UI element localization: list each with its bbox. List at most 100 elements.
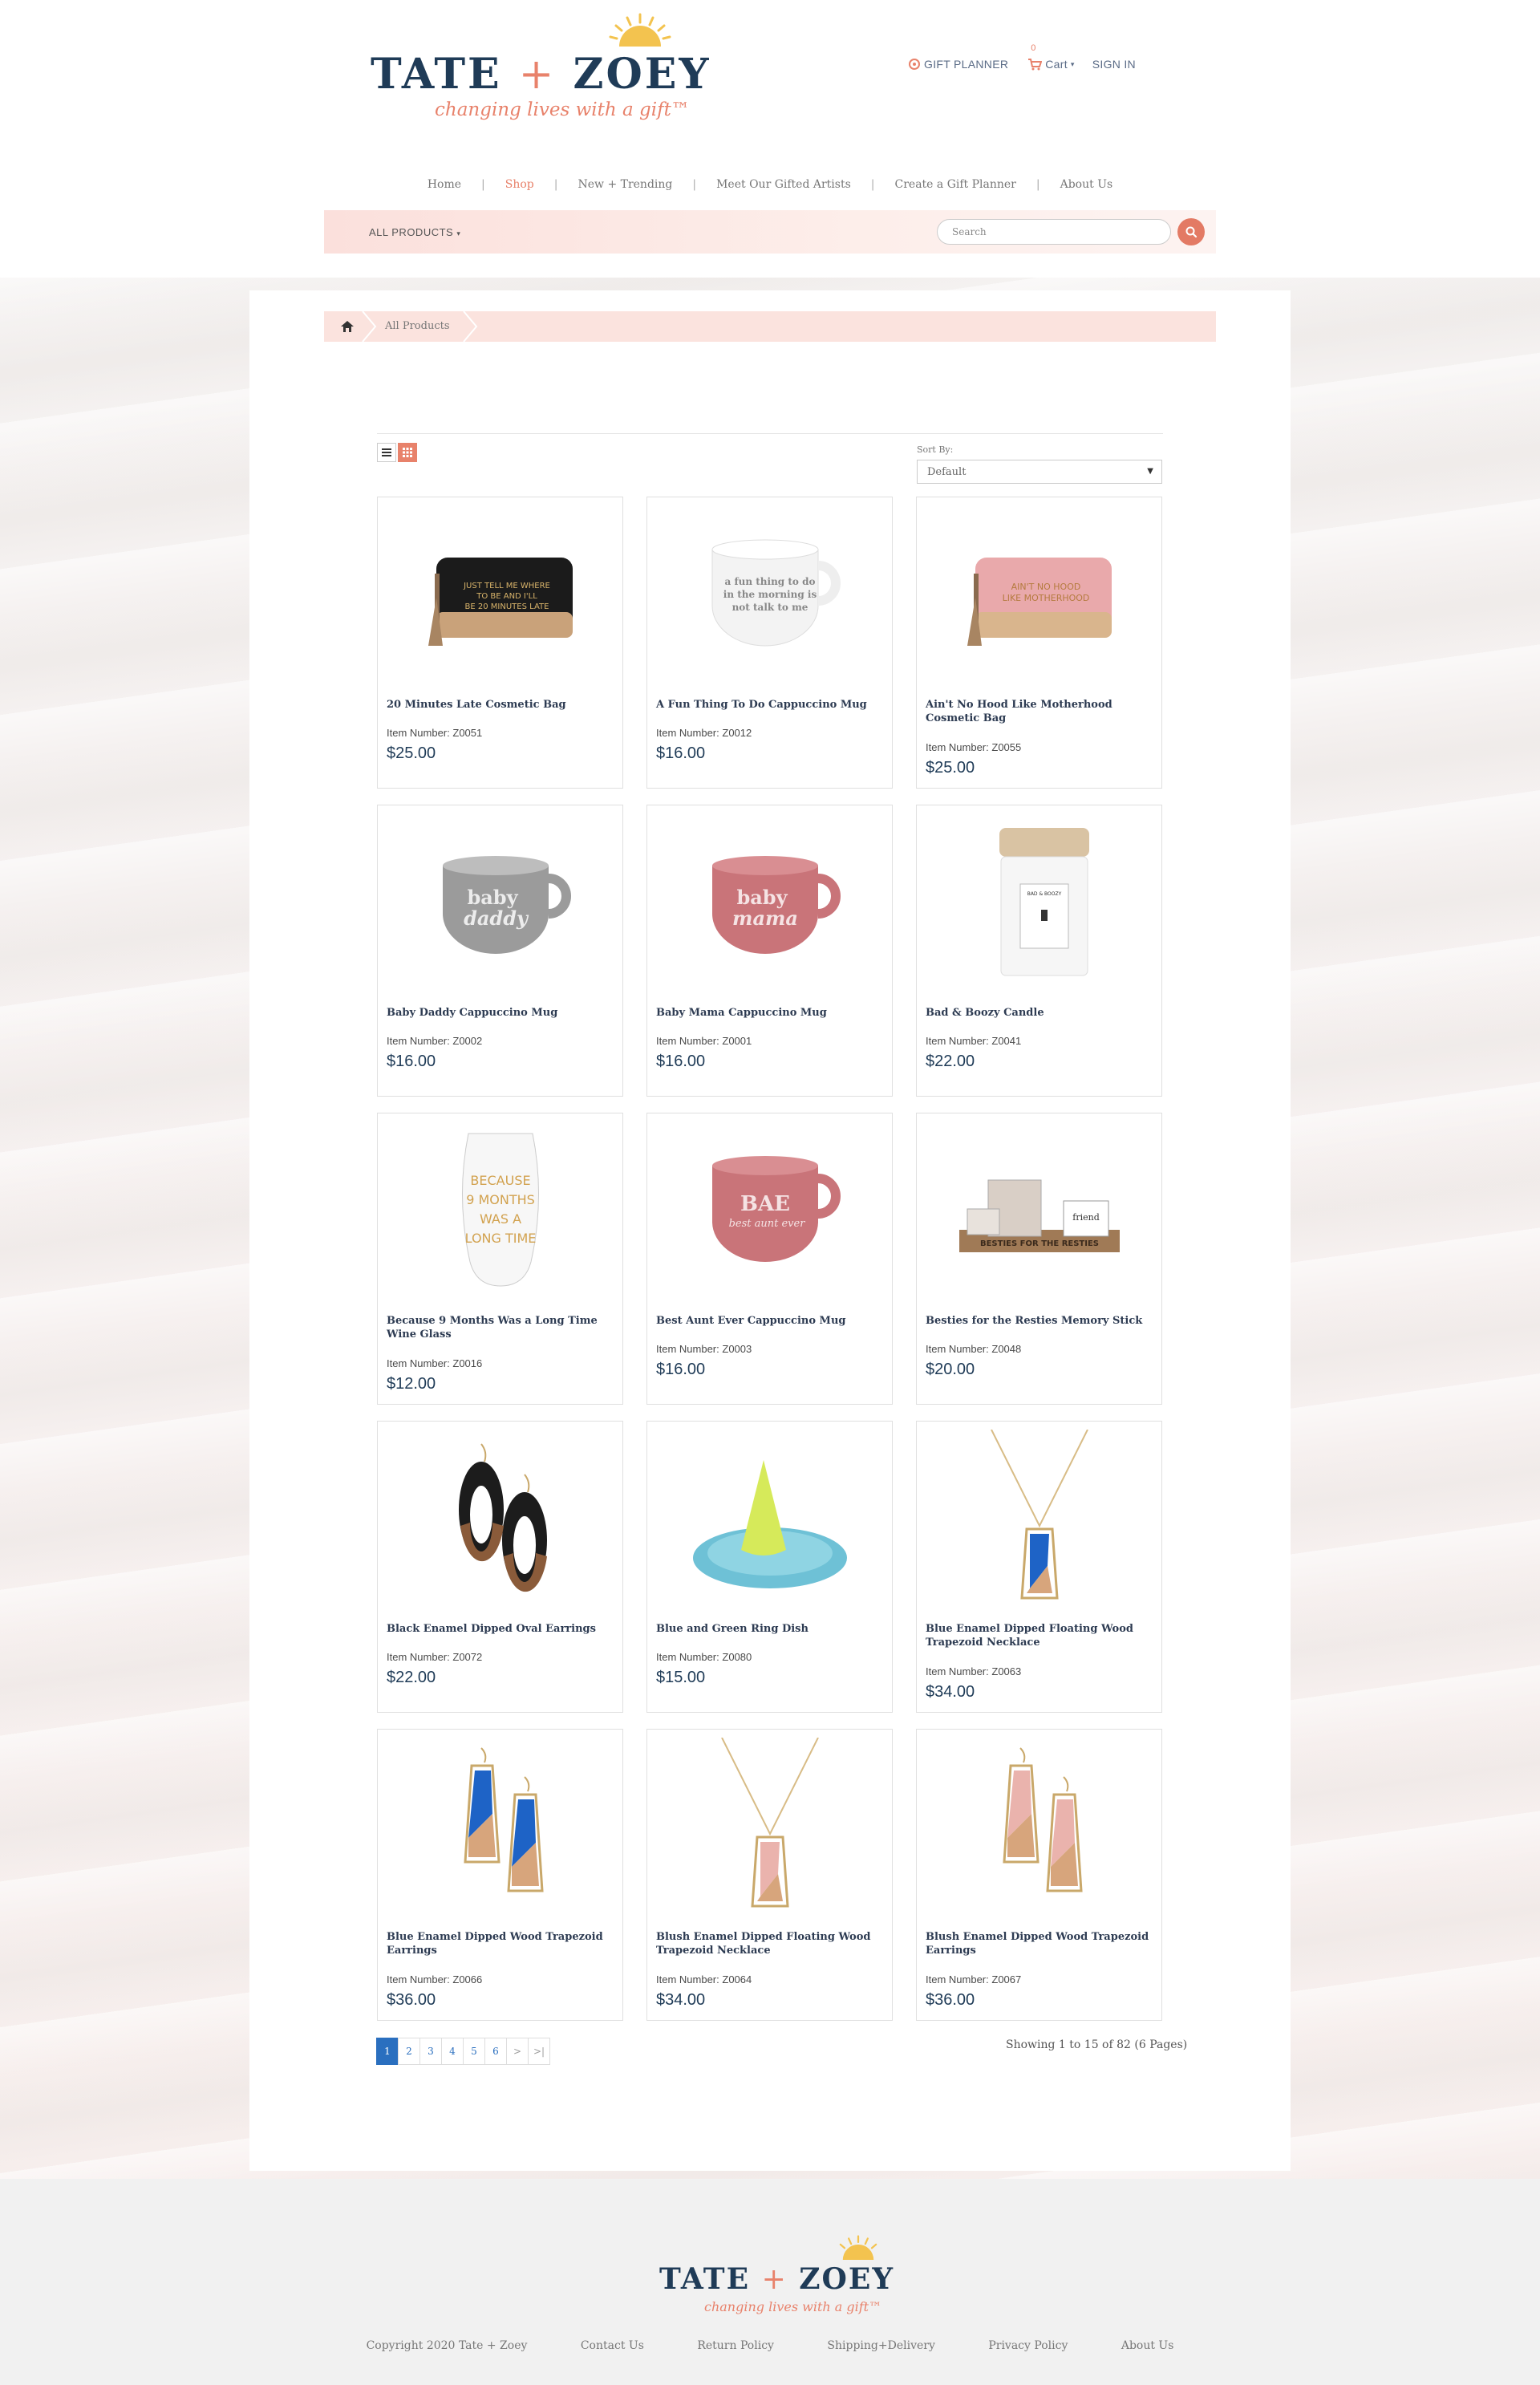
product-card[interactable]: AIN'T NO HOOD LIKE MOTHERHOOD Ain't No H… — [916, 497, 1162, 789]
svg-text:BESTIES FOR THE RESTIES: BESTIES FOR THE RESTIES — [979, 1239, 1098, 1248]
product-image[interactable] — [386, 1738, 614, 1914]
product-title[interactable]: Best Aunt Ever Cappuccino Mug — [656, 1314, 885, 1328]
product-card[interactable]: baby mama Baby Mama Cappuccino Mug Item … — [646, 805, 893, 1097]
nav-gift-planner[interactable]: Create a Gift Planner — [875, 178, 1036, 191]
category-dropdown[interactable]: ALL PRODUCTS ▾ — [369, 226, 460, 238]
svg-text:not talk to me: not talk to me — [732, 602, 808, 613]
product-title[interactable]: Black Enamel Dipped Oval Earrings — [387, 1622, 615, 1636]
product-image[interactable]: friend BESTIES FOR THE RESTIES — [925, 1122, 1153, 1298]
nav-about[interactable]: About Us — [1040, 178, 1133, 191]
search-input[interactable]: Search — [937, 219, 1171, 245]
product-image[interactable]: AIN'T NO HOOD LIKE MOTHERHOOD — [925, 505, 1153, 682]
brand-plus: + — [761, 2263, 788, 2296]
brand-name-right: ZOEY — [573, 50, 711, 99]
gift-planner-link[interactable]: GIFT PLANNER — [908, 58, 1008, 71]
item-prefix: Item Number: — [387, 1035, 450, 1047]
footer-links: Copyright 2020 Tate + Zoey Contact Us Re… — [0, 2339, 1540, 2352]
item-prefix: Item Number: — [387, 1651, 450, 1663]
item-prefix: Item Number: — [926, 1035, 989, 1047]
product-title[interactable]: Blush Enamel Dipped Floating Wood Trapez… — [656, 1930, 885, 1957]
product-title[interactable]: Besties for the Resties Memory Stick — [926, 1314, 1154, 1328]
product-image[interactable]: a fun thing to do in the morning is not … — [655, 505, 884, 682]
cart-link[interactable]: 0 Cart ▾ — [1027, 43, 1074, 71]
sort-select[interactable]: Default ▼ — [917, 460, 1162, 484]
cart-label: Cart — [1045, 58, 1068, 71]
footer-about-link[interactable]: About Us — [1121, 2339, 1174, 2352]
item-prefix: Item Number: — [387, 727, 450, 739]
product-image[interactable]: baby daddy — [386, 813, 614, 990]
ring-dish-icon — [692, 1460, 847, 1588]
footer-privacy-link[interactable]: Privacy Policy — [988, 2339, 1068, 2352]
nav-home[interactable]: Home — [407, 178, 481, 191]
product-card[interactable]: Blush Enamel Dipped Wood Trapezoid Earri… — [916, 1729, 1162, 2021]
product-card[interactable]: Black Enamel Dipped Oval Earrings Item N… — [377, 1421, 623, 1713]
product-price: $34.00 — [926, 1683, 975, 1701]
product-image[interactable]: BAE best aunt ever — [655, 1122, 884, 1298]
home-icon[interactable] — [340, 320, 355, 333]
product-card[interactable]: JUST TELL ME WHERE TO BE AND I'LL BE 20 … — [377, 497, 623, 789]
product-card[interactable]: Blue Enamel Dipped Floating Wood Trapezo… — [916, 1421, 1162, 1713]
breadcrumb-current[interactable]: All Products — [385, 320, 450, 332]
grid-view-button[interactable] — [398, 443, 417, 462]
footer-copyright: Copyright 2020 Tate + Zoey — [366, 2339, 528, 2352]
nav-shop[interactable]: Shop — [485, 178, 554, 191]
product-title[interactable]: A Fun Thing To Do Cappuccino Mug — [656, 698, 885, 712]
search-button[interactable] — [1177, 218, 1205, 245]
nav-new-trending[interactable]: New + Trending — [557, 178, 692, 191]
product-card[interactable]: Blush Enamel Dipped Floating Wood Trapez… — [646, 1729, 893, 2021]
brand-plus: + — [518, 51, 557, 99]
product-card[interactable]: baby daddy Baby Daddy Cappuccino Mug Ite… — [377, 805, 623, 1097]
product-image[interactable] — [925, 1430, 1153, 1606]
product-card[interactable]: friend BESTIES FOR THE RESTIES Besties f… — [916, 1113, 1162, 1405]
product-image[interactable] — [655, 1430, 884, 1606]
product-title[interactable]: Baby Mama Cappuccino Mug — [656, 1006, 885, 1020]
product-image[interactable]: BECAUSE 9 MONTHS WAS A LONG TIME — [386, 1122, 614, 1298]
nav-artists[interactable]: Meet Our Gifted Artists — [696, 178, 871, 191]
product-title[interactable]: Blush Enamel Dipped Wood Trapezoid Earri… — [926, 1930, 1154, 1957]
product-title[interactable]: Baby Daddy Cappuccino Mug — [387, 1006, 615, 1020]
page-1-link[interactable]: 1 — [376, 2038, 399, 2065]
brand-logo[interactable]: TATE + ZOEY ™ changing lives with a gift… — [371, 13, 708, 133]
last-page-link[interactable]: >| — [528, 2038, 550, 2065]
product-card[interactable]: BECAUSE 9 MONTHS WAS A LONG TIME Because… — [377, 1113, 623, 1405]
list-view-button[interactable] — [377, 443, 396, 462]
product-card[interactable]: Blue and Green Ring Dish Item Number: Z0… — [646, 1421, 893, 1713]
caret-down-icon: ▾ — [456, 229, 461, 237]
product-card[interactable]: BAE best aunt ever Best Aunt Ever Cappuc… — [646, 1113, 893, 1405]
product-title[interactable]: Ain't No Hood Like Motherhood Cosmetic B… — [926, 698, 1154, 725]
product-item-number: Item Number: Z0064 — [656, 1973, 752, 1985]
footer-shipping-link[interactable]: Shipping+Delivery — [827, 2339, 934, 2352]
product-title[interactable]: Bad & Boozy Candle — [926, 1006, 1154, 1020]
product-image[interactable] — [925, 1738, 1153, 1914]
product-image[interactable]: JUST TELL ME WHERE TO BE AND I'LL BE 20 … — [386, 505, 614, 682]
product-card[interactable]: a fun thing to do in the morning is not … — [646, 497, 893, 789]
page-6-link[interactable]: 6 — [484, 2038, 507, 2065]
footer-logo[interactable]: TATE + ZOEY changing lives with a gift™ — [659, 2235, 893, 2323]
list-view-icon — [382, 448, 391, 456]
next-page-link[interactable]: > — [506, 2038, 529, 2065]
sun-icon — [609, 13, 671, 47]
page-4-link[interactable]: 4 — [441, 2038, 464, 2065]
search-icon — [1185, 226, 1198, 238]
product-image[interactable] — [655, 1738, 884, 1914]
page-3-link[interactable]: 3 — [419, 2038, 442, 2065]
footer-return-policy-link[interactable]: Return Policy — [697, 2339, 774, 2352]
mug-gray-icon: baby daddy — [442, 856, 571, 954]
product-card[interactable]: Blue Enamel Dipped Wood Trapezoid Earrin… — [377, 1729, 623, 2021]
product-title[interactable]: Because 9 Months Was a Long Time Wine Gl… — [387, 1314, 615, 1341]
product-title[interactable]: Blue Enamel Dipped Floating Wood Trapezo… — [926, 1622, 1154, 1649]
item-number: Z0003 — [722, 1343, 752, 1355]
sign-in-link[interactable]: SIGN IN — [1092, 58, 1136, 71]
svg-text:WAS A: WAS A — [479, 1211, 521, 1227]
product-image[interactable]: BAD & BOOZY — [925, 813, 1153, 990]
page-2-link[interactable]: 2 — [398, 2038, 420, 2065]
product-image[interactable]: baby mama — [655, 813, 884, 990]
svg-text:baby: baby — [467, 886, 518, 909]
product-title[interactable]: Blue Enamel Dipped Wood Trapezoid Earrin… — [387, 1930, 615, 1957]
product-title[interactable]: 20 Minutes Late Cosmetic Bag — [387, 698, 615, 712]
product-card[interactable]: BAD & BOOZY Bad & Boozy Candle Item Numb… — [916, 805, 1162, 1097]
footer-contact-link[interactable]: Contact Us — [581, 2339, 644, 2352]
product-image[interactable] — [386, 1430, 614, 1606]
product-title[interactable]: Blue and Green Ring Dish — [656, 1622, 885, 1636]
page-5-link[interactable]: 5 — [463, 2038, 485, 2065]
